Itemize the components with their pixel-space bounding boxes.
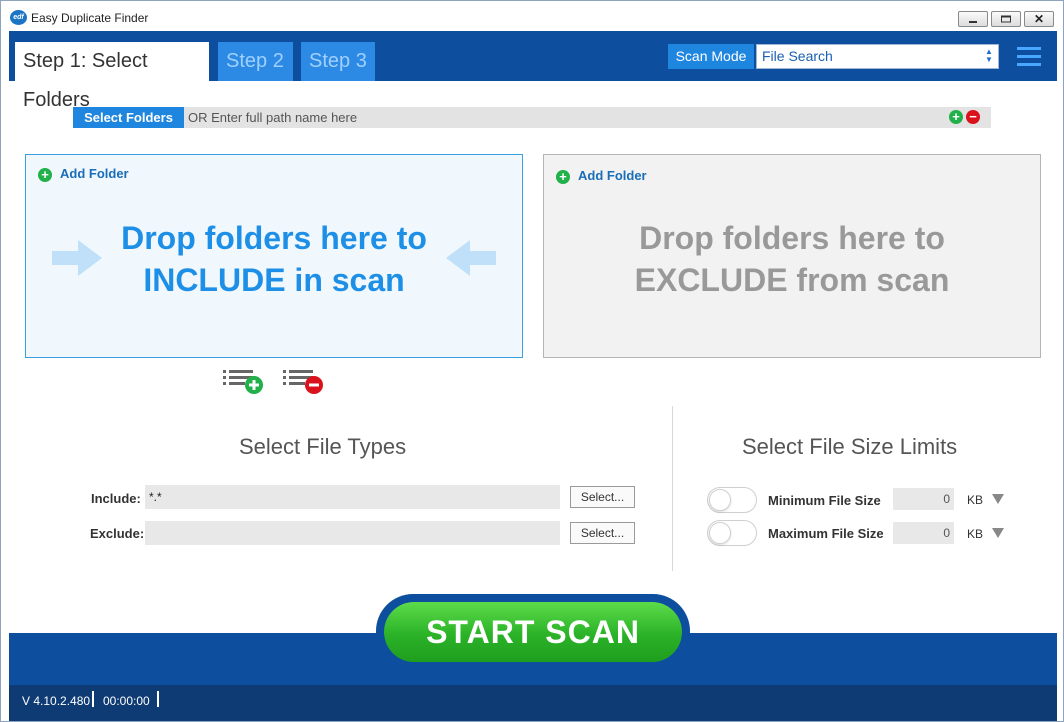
app-window: edf Easy Duplicate Finder ✕ Step 1: Sele…: [0, 0, 1064, 722]
title-bar: edf Easy Duplicate Finder ✕: [1, 1, 1063, 31]
list-remove-icon[interactable]: [283, 368, 323, 396]
tab-step-3[interactable]: Step 3: [301, 42, 375, 81]
include-select-button[interactable]: Select...: [570, 486, 635, 508]
exclude-types-input[interactable]: [145, 521, 560, 545]
toggle-knob: [709, 522, 731, 544]
toggle-knob: [709, 489, 731, 511]
max-size-input[interactable]: [893, 522, 954, 544]
include-drop-zone[interactable]: + Add Folder Drop folders here to INCLUDE…: [25, 154, 523, 358]
exclude-drop-text: Drop folders here to EXCLUDE from scan: [544, 217, 1040, 301]
file-types-title: Select File Types: [239, 434, 407, 459]
exclude-select-button[interactable]: Select...: [570, 522, 635, 544]
tab-step-2[interactable]: Step 2: [218, 42, 293, 81]
timer-label: 00:00:00: [103, 694, 150, 708]
max-size-toggle[interactable]: [707, 520, 757, 546]
min-size-label: Minimum File Size: [768, 493, 881, 508]
scan-mode-value: File Search: [762, 48, 833, 64]
file-size-title: Select File Size Limits: [742, 434, 958, 459]
min-size-toggle[interactable]: [707, 487, 757, 513]
select-folders-button[interactable]: Select Folders: [73, 107, 184, 128]
maximize-button[interactable]: [991, 11, 1021, 27]
add-path-icon[interactable]: +: [949, 110, 963, 124]
exclude-add-folder-button[interactable]: + Add Folder: [556, 168, 647, 184]
status-bar: V 4.10.2.480 00:00:00: [9, 685, 1057, 721]
max-size-label: Maximum File Size: [768, 526, 884, 541]
include-add-folder-label: Add Folder: [60, 166, 129, 181]
min-size-unit: KB: [967, 493, 984, 507]
header-bar: Step 1: Select Folders Step 2 Step 3 Sca…: [9, 31, 1057, 111]
max-size-unit: KB: [967, 527, 984, 541]
updown-arrows-icon: ▲ ▼: [985, 47, 993, 64]
minimize-icon: [969, 21, 977, 23]
window-title: Easy Duplicate Finder: [31, 11, 149, 25]
include-types-input[interactable]: [145, 485, 560, 509]
min-size-input[interactable]: [893, 488, 954, 510]
scan-mode-label: Scan Mode: [668, 44, 754, 69]
menu-icon[interactable]: [1017, 47, 1041, 66]
exclude-types-label: Exclude:: [90, 526, 145, 541]
plus-circle-icon: +: [556, 170, 570, 184]
path-bar: Select Folders + −: [73, 107, 991, 128]
status-separator: [92, 691, 94, 707]
arrow-left-icon: [446, 240, 496, 276]
close-button[interactable]: ✕: [1024, 11, 1054, 27]
tab-step-1[interactable]: Step 1: Select Folders: [15, 42, 209, 111]
version-label: V 4.10.2.480: [22, 694, 91, 708]
remove-path-icon[interactable]: −: [966, 110, 980, 124]
maximize-icon: [1001, 15, 1011, 23]
path-input[interactable]: [188, 107, 928, 128]
list-add-icon[interactable]: [223, 368, 263, 396]
section-divider: [672, 406, 673, 571]
exclude-text-line2: EXCLUDE from scan: [634, 262, 950, 298]
start-scan-button[interactable]: START SCAN: [384, 602, 682, 662]
exclude-drop-zone[interactable]: + Add Folder Drop folders here to EXCLUDE…: [543, 154, 1041, 358]
status-separator: [157, 691, 159, 707]
scan-mode-dropdown[interactable]: File Search ▲ ▼: [756, 44, 999, 69]
include-types-label: Include:: [91, 491, 141, 506]
min-unit-dropdown-icon[interactable]: [992, 494, 1004, 504]
max-unit-dropdown-icon[interactable]: [992, 528, 1004, 538]
minimize-button[interactable]: [958, 11, 988, 27]
exclude-add-folder-label: Add Folder: [578, 168, 647, 183]
close-icon: ✕: [1033, 12, 1045, 26]
app-logo-icon: edf: [10, 10, 27, 25]
include-add-folder-button[interactable]: + Add Folder: [38, 166, 129, 182]
exclude-text-line1: Drop folders here to: [639, 220, 945, 256]
plus-circle-icon: +: [38, 168, 52, 182]
